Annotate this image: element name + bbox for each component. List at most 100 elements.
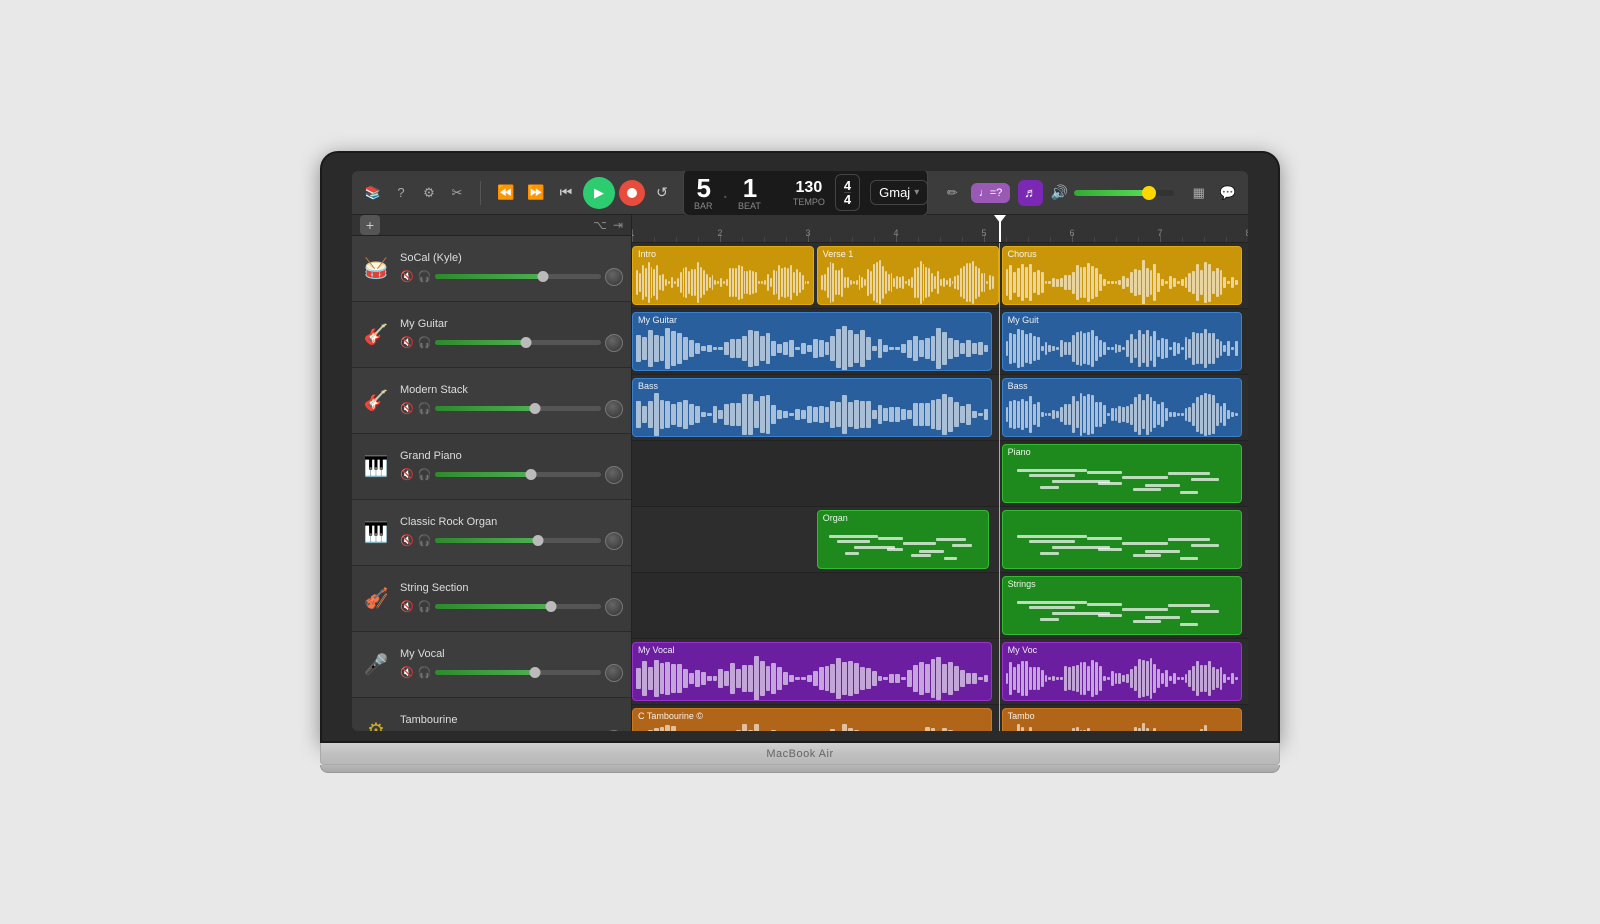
key-display[interactable]: Gmaj ▾	[870, 180, 928, 205]
track-options-icon[interactable]: ⌥	[593, 218, 607, 232]
region-socal-0[interactable]: Intro	[632, 246, 814, 305]
track-headphone-grand-piano[interactable]: 🎧	[418, 468, 432, 481]
smart-tempo-button[interactable]: ♩=?	[971, 183, 1011, 203]
fader-thumb-string-section[interactable]	[546, 601, 557, 612]
waveform-bar	[760, 661, 765, 696]
region-tambourine-0[interactable]: C Tambourine ©	[632, 708, 992, 731]
track-fader-track-classic-rock-organ[interactable]	[435, 538, 601, 543]
tracks-scroll: IntroVerse 1ChorusMy GuitarMy GuitBassBa…	[632, 243, 1248, 731]
track-mute-string-section[interactable]: 🔇	[400, 600, 414, 613]
daw-interface: 📚 ? ⚙ ✂ ⏪ ⏩ ⏮ ▶ ↺	[352, 171, 1248, 731]
track-pan-modern-stack[interactable]	[605, 400, 623, 418]
add-track-button[interactable]: +	[360, 215, 380, 235]
track-mute-socal[interactable]: 🔇	[400, 270, 414, 283]
region-classic-rock-organ-1[interactable]	[1002, 510, 1242, 569]
region-modern-stack-0[interactable]: Bass	[632, 378, 992, 437]
track-pan-grand-piano[interactable]	[605, 466, 623, 484]
help-icon[interactable]: ?	[390, 182, 412, 204]
region-string-section-0[interactable]: Strings	[1002, 576, 1242, 635]
beat-number: 1	[743, 175, 756, 201]
waveform-bar	[893, 278, 895, 287]
scissors-icon[interactable]: ✂	[446, 182, 468, 204]
fader-thumb-my-guitar[interactable]	[521, 337, 532, 348]
waveform-bar	[714, 280, 716, 284]
region-tambourine-1[interactable]: Tambo	[1002, 708, 1242, 731]
track-pan-classic-rock-organ[interactable]	[605, 532, 623, 550]
fast-forward-button[interactable]: ⏩	[523, 180, 549, 206]
track-headphone-socal[interactable]: 🎧	[418, 270, 432, 283]
region-my-guitar-0[interactable]: My Guitar	[632, 312, 992, 371]
track-pan-socal[interactable]	[605, 268, 623, 286]
waveform-bar	[1064, 275, 1067, 291]
waveform-bar	[1204, 393, 1207, 436]
waveform-bar	[671, 331, 676, 366]
rewind-button[interactable]: ⏪	[493, 180, 519, 206]
track-name-modern-stack: Modern Stack	[400, 384, 623, 396]
skip-back-button[interactable]: ⏮	[553, 180, 579, 206]
pencil-icon[interactable]: ✏	[942, 182, 963, 204]
waveform-bar	[813, 339, 818, 357]
library-icon[interactable]: 📚	[362, 182, 384, 204]
fader-thumb-modern-stack[interactable]	[529, 403, 540, 414]
track-fader-track-socal[interactable]	[435, 274, 601, 279]
tuning-fork-icon[interactable]: ♬	[1018, 180, 1043, 206]
region-my-vocal-0[interactable]: My Vocal	[632, 642, 992, 701]
waveform-bar	[771, 663, 776, 695]
track-fader-my-vocal	[435, 670, 601, 675]
track-fader-track-grand-piano[interactable]	[435, 472, 601, 477]
track-headphone-my-vocal[interactable]: 🎧	[418, 666, 432, 679]
waveform-bars	[633, 327, 991, 370]
track-name-tambourine: Tambourine	[400, 714, 623, 726]
track-headphone-my-guitar[interactable]: 🎧	[418, 336, 432, 349]
fader-thumb-classic-rock-organ[interactable]	[533, 535, 544, 546]
track-headphone-string-section[interactable]: 🎧	[418, 600, 432, 613]
track-mute-my-guitar[interactable]: 🔇	[400, 336, 414, 349]
region-socal-1[interactable]: Verse 1	[817, 246, 999, 305]
fader-thumb-my-vocal[interactable]	[529, 667, 540, 678]
track-headphone-modern-stack[interactable]: 🎧	[418, 402, 432, 415]
volume-track[interactable]	[1074, 190, 1174, 196]
fader-thumb-grand-piano[interactable]	[526, 469, 537, 480]
region-classic-rock-organ-0[interactable]: Organ	[817, 510, 989, 569]
waveform-bar	[1009, 662, 1012, 694]
waveform-bar	[1165, 281, 1168, 284]
track-expand-icon[interactable]: ⇥	[613, 218, 623, 232]
smart-controls-icon[interactable]: ⚙	[418, 182, 440, 204]
waveform-bar	[738, 265, 740, 300]
waveform-bar	[1153, 401, 1156, 428]
track-controls-string-section: 🔇 🎧	[400, 598, 623, 616]
volume-thumb	[1142, 186, 1156, 200]
track-pan-tambourine[interactable]	[605, 730, 623, 732]
region-my-guitar-1[interactable]: My Guit	[1002, 312, 1242, 371]
waveform-bar	[1111, 408, 1114, 422]
record-button[interactable]	[619, 180, 645, 206]
track-pan-my-vocal[interactable]	[605, 664, 623, 682]
track-pan-my-guitar[interactable]	[605, 334, 623, 352]
track-fader-track-string-section[interactable]	[435, 604, 601, 609]
track-mute-modern-stack[interactable]: 🔇	[400, 402, 414, 415]
tile-icon[interactable]: ▦	[1188, 182, 1209, 204]
region-label-classic-rock-organ-0: Organ	[818, 511, 853, 525]
waveform-bar	[1056, 347, 1059, 350]
cycle-button[interactable]: ↺	[649, 180, 675, 206]
time-signature[interactable]: 4 4	[835, 174, 860, 211]
region-my-vocal-1[interactable]: My Voc	[1002, 642, 1242, 701]
track-fader-track-my-guitar[interactable]	[435, 340, 601, 345]
waveform-bars	[1003, 261, 1241, 304]
fader-thumb-socal[interactable]	[538, 271, 549, 282]
chat-icon[interactable]: 💬	[1217, 182, 1238, 204]
track-pan-string-section[interactable]	[605, 598, 623, 616]
track-row-my-guitar: My GuitarMy Guit	[632, 309, 1248, 375]
midi-note	[1191, 478, 1219, 481]
region-modern-stack-1[interactable]: Bass	[1002, 378, 1242, 437]
track-mute-classic-rock-organ[interactable]: 🔇	[400, 534, 414, 547]
waveform-bar	[966, 263, 968, 302]
track-mute-my-vocal[interactable]: 🔇	[400, 666, 414, 679]
track-mute-grand-piano[interactable]: 🔇	[400, 468, 414, 481]
region-grand-piano-0[interactable]: Piano	[1002, 444, 1242, 503]
play-button[interactable]: ▶	[583, 177, 615, 209]
track-fader-track-my-vocal[interactable]	[435, 670, 601, 675]
track-fader-track-modern-stack[interactable]	[435, 406, 601, 411]
track-headphone-classic-rock-organ[interactable]: 🎧	[418, 534, 432, 547]
region-socal-2[interactable]: Chorus	[1002, 246, 1242, 305]
